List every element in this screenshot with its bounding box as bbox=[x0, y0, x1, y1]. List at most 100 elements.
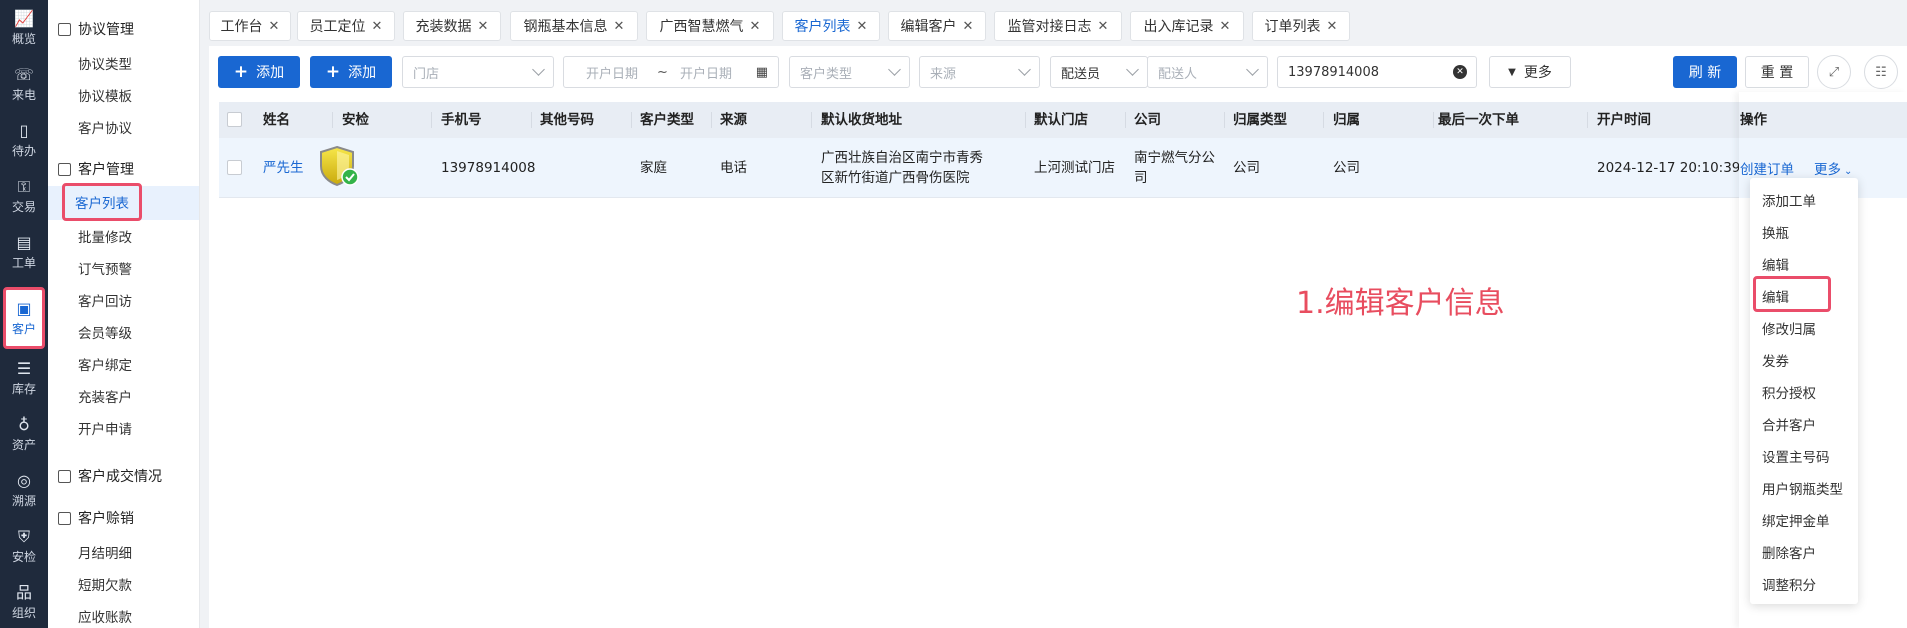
dropdown-item-adjust-points[interactable]: 调整积分 bbox=[1762, 574, 1816, 594]
source-select[interactable]: 来源 bbox=[919, 56, 1040, 88]
menu-item-agreement-template[interactable]: 协议模板 bbox=[78, 85, 132, 105]
end-date-input[interactable]: 开户日期 bbox=[680, 63, 732, 82]
more-actions-link[interactable]: 更多 ⌄ bbox=[1814, 158, 1852, 178]
menu-group-deal-status[interactable]: 客户成交情况 bbox=[58, 466, 162, 486]
dropdown-item-cylinder-type[interactable]: 用户钢瓶类型 bbox=[1762, 478, 1843, 498]
header-company[interactable]: 公司 bbox=[1134, 102, 1161, 138]
create-order-link[interactable]: 创建订单 bbox=[1740, 158, 1794, 178]
header-owner[interactable]: 归属 bbox=[1333, 102, 1360, 138]
table-row[interactable]: 严先生 13978914008 家庭 电话 广西壮族自治区南宁市青秀 区新竹街道… bbox=[219, 138, 1907, 198]
menu-group-credit[interactable]: 客户赊销 bbox=[58, 508, 134, 528]
close-icon[interactable]: ✕ bbox=[372, 19, 383, 34]
header-address[interactable]: 默认收货地址 bbox=[821, 102, 902, 138]
dropdown-item-set-main-number[interactable]: 设置主号码 bbox=[1762, 446, 1830, 466]
rail-item-customer[interactable]: ▣ 客户 bbox=[3, 287, 45, 349]
menu-item-receivables[interactable]: 应收账款 bbox=[78, 606, 132, 626]
dropdown-item-change-owner[interactable]: 修改归属 bbox=[1762, 318, 1816, 338]
row-checkbox[interactable] bbox=[227, 160, 242, 175]
dropdown-item-delete-customer[interactable]: 删除客户 bbox=[1762, 542, 1816, 562]
tab-customer-list[interactable]: 客户列表 ✕ bbox=[782, 11, 880, 41]
dropdown-item-add-workorder[interactable]: 添加工单 bbox=[1762, 190, 1816, 210]
header-other-number[interactable]: 其他号码 bbox=[540, 102, 594, 138]
add-button[interactable]: + 添加 bbox=[218, 56, 300, 88]
close-icon[interactable]: ✕ bbox=[857, 19, 868, 34]
rail-item-overview[interactable]: 📈 概览 bbox=[0, 0, 48, 56]
rail-item-trace[interactable]: ◎ 溯源 bbox=[0, 462, 48, 518]
close-icon[interactable]: ✕ bbox=[269, 19, 280, 34]
header-name[interactable]: 姓名 bbox=[263, 102, 290, 138]
rail-item-assets[interactable]: ♁ 资产 bbox=[0, 406, 48, 462]
menu-item-customer-visit[interactable]: 客户回访 bbox=[78, 290, 132, 310]
clear-icon[interactable]: ✕ bbox=[1453, 65, 1467, 79]
close-icon[interactable]: ✕ bbox=[1220, 19, 1231, 34]
fullscreen-icon[interactable]: ⤢ bbox=[1817, 55, 1851, 89]
select-all-checkbox[interactable] bbox=[227, 112, 242, 127]
column-settings-icon[interactable]: ☷ bbox=[1864, 55, 1898, 89]
tab-workbench[interactable]: 工作台 ✕ bbox=[209, 11, 291, 41]
menu-group-customer[interactable]: 客户管理 bbox=[58, 159, 134, 179]
rail-item-org[interactable]: 品组织 bbox=[0, 574, 48, 628]
close-icon[interactable]: ✕ bbox=[963, 19, 974, 34]
tab-inout-records[interactable]: 出入库记录 ✕ bbox=[1130, 11, 1244, 41]
menu-item-customer-binding[interactable]: 客户绑定 bbox=[78, 354, 132, 374]
dropdown-item-swap-cylinder[interactable]: 换瓶 bbox=[1762, 222, 1789, 242]
rail-item-calls[interactable]: ☏ 来电 bbox=[0, 56, 48, 112]
customer-type-select[interactable]: 客户类型 bbox=[789, 56, 910, 88]
menu-item-batch-edit[interactable]: 批量修改 bbox=[78, 226, 132, 246]
rail-item-todo[interactable]: ▯ 待办 bbox=[0, 112, 48, 168]
menu-item-agreement-type[interactable]: 协议类型 bbox=[78, 53, 132, 73]
tab-staff-location[interactable]: 员工定位 ✕ bbox=[297, 11, 395, 41]
dropdown-item-edit[interactable]: 编辑 bbox=[1762, 254, 1789, 274]
menu-item-member-level[interactable]: 会员等级 bbox=[78, 322, 132, 342]
close-icon[interactable]: ✕ bbox=[614, 19, 625, 34]
header-phone[interactable]: 手机号 bbox=[441, 102, 482, 138]
add-button-2[interactable]: + 添加 bbox=[310, 56, 392, 88]
header-customer-type[interactable]: 客户类型 bbox=[640, 102, 694, 138]
tab-guangxi-gas[interactable]: 广西智慧燃气 ✕ bbox=[646, 11, 774, 41]
close-icon[interactable]: ✕ bbox=[1098, 19, 1109, 34]
tab-filling-data[interactable]: 充装数据 ✕ bbox=[403, 11, 501, 41]
menu-item-customer-agreement[interactable]: 客户协议 bbox=[78, 117, 132, 137]
rail-item-inventory[interactable]: ☰ 库存 bbox=[0, 350, 48, 406]
header-last-order[interactable]: 最后一次下单 bbox=[1438, 102, 1519, 138]
workorder-icon: ▤ bbox=[16, 232, 32, 252]
menu-item-filling-customer[interactable]: 充装客户 bbox=[78, 386, 132, 406]
dropdown-item-points-auth[interactable]: 积分授权 bbox=[1762, 382, 1816, 402]
menu-group-agreement[interactable]: 协议管理 bbox=[58, 19, 134, 39]
start-date-input[interactable]: 开户日期 bbox=[586, 63, 638, 82]
tab-order-list[interactable]: 订单列表 ✕ bbox=[1252, 11, 1350, 41]
more-filters-button[interactable]: ▼ 更多 bbox=[1489, 56, 1571, 88]
dispatcher-select[interactable]: 配送人 bbox=[1147, 56, 1268, 88]
menu-item-monthly-detail[interactable]: 月结明细 bbox=[78, 542, 132, 562]
dropdown-item-merge-customer[interactable]: 合并客户 bbox=[1762, 414, 1816, 434]
menu-item-short-debt[interactable]: 短期欠款 bbox=[78, 574, 132, 594]
header-source[interactable]: 来源 bbox=[720, 102, 747, 138]
header-inspection[interactable]: 安检 bbox=[342, 102, 369, 138]
store-select[interactable]: 门店 bbox=[402, 56, 554, 88]
header-store[interactable]: 默认门店 bbox=[1034, 102, 1088, 138]
menu-item-gas-alert[interactable]: 订气预警 bbox=[78, 258, 132, 278]
dropdown-item-bind-deposit[interactable]: 绑定押金单 bbox=[1762, 510, 1830, 530]
tab-edit-customer[interactable]: 编辑客户 ✕ bbox=[888, 11, 986, 41]
main-panel: + 添加 + 添加 门店 开户日期 ~ 开户日期 ▦ 客户类型 来源 配送员 配送人… bbox=[209, 46, 1907, 628]
menu-item-open-account[interactable]: 开户申请 bbox=[78, 418, 132, 438]
close-icon[interactable]: ✕ bbox=[1327, 19, 1338, 34]
customer-name-link[interactable]: 严先生 bbox=[263, 158, 304, 178]
reset-button[interactable]: 重 置 bbox=[1745, 56, 1809, 88]
header-owner-type[interactable]: 归属类型 bbox=[1233, 102, 1287, 138]
search-input[interactable]: 13978914008 ✕ bbox=[1277, 56, 1477, 88]
rail-item-trade[interactable]: ⚿ 交易 bbox=[0, 168, 48, 224]
date-range-picker[interactable]: 开户日期 ~ 开户日期 ▦ bbox=[563, 56, 779, 88]
dropdown-item-edit-highlighted[interactable]: 编辑 bbox=[1762, 286, 1789, 306]
close-icon[interactable]: ✕ bbox=[478, 19, 489, 34]
tab-supervision-log[interactable]: 监管对接日志 ✕ bbox=[994, 11, 1122, 41]
rail-item-inspection[interactable]: ⛨ 安检 bbox=[0, 518, 48, 574]
dispatcher-type-select[interactable]: 配送员 bbox=[1050, 56, 1148, 88]
header-open-time[interactable]: 开户时间 bbox=[1597, 102, 1651, 138]
menu-item-customer-list[interactable]: 客户列表 bbox=[62, 183, 142, 221]
tab-cylinder-info[interactable]: 钢瓶基本信息 ✕ bbox=[510, 11, 638, 41]
refresh-button[interactable]: 刷 新 bbox=[1673, 56, 1737, 88]
close-icon[interactable]: ✕ bbox=[750, 19, 761, 34]
dropdown-item-issue-coupon[interactable]: 发券 bbox=[1762, 350, 1789, 370]
rail-item-workorder[interactable]: ▤ 工单 bbox=[0, 224, 48, 280]
